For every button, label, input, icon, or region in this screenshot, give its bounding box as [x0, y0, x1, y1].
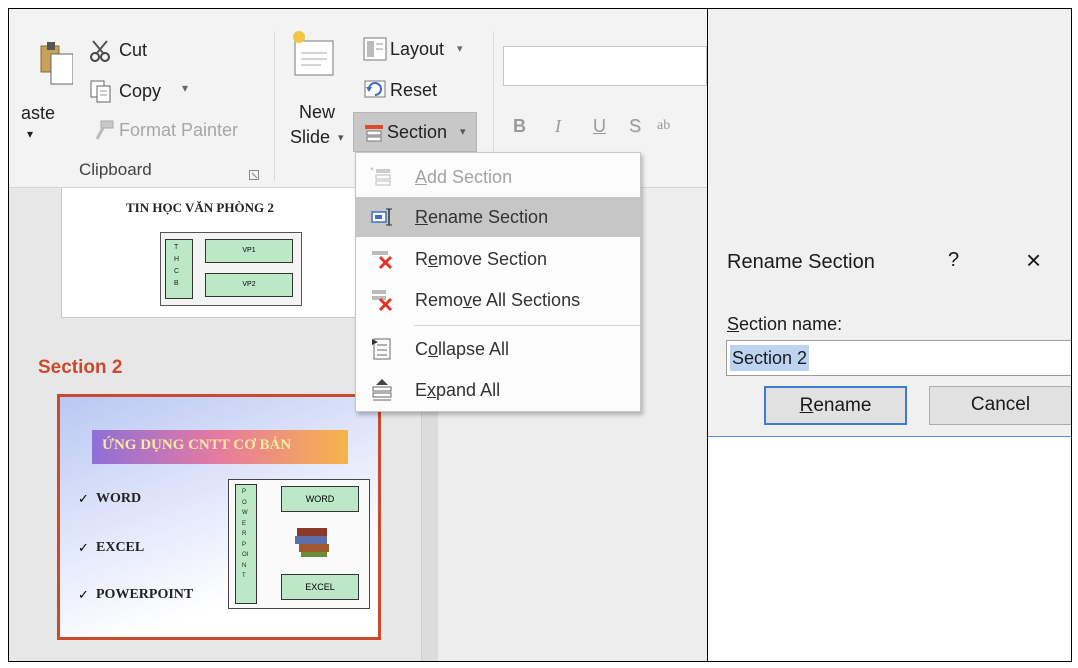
section-name-label: Section name: — [727, 314, 843, 334]
layout-button[interactable]: Layout — [390, 39, 444, 60]
new-slide-label-line2[interactable]: Slide — [290, 127, 330, 148]
section-name-input[interactable]: Section 2 — [726, 340, 1071, 376]
italic-button[interactable]: I — [555, 116, 561, 137]
slide1-side-box: THCB — [165, 239, 193, 299]
remove-section-icon — [370, 247, 394, 271]
menu-item-add-section[interactable]: * Add Section — [356, 157, 640, 197]
menu-item-label: Collapse All — [415, 339, 510, 359]
slide2-side-text: POWERPOINT — [242, 489, 249, 579]
rename-section-dialog: Rename Section ? × Section name: Section… — [708, 9, 1071, 437]
bullet-check-icon: ✓ — [78, 587, 89, 602]
menu-item-label: Remove Section — [415, 249, 548, 269]
add-section-icon: * — [370, 165, 394, 189]
scissors-icon — [89, 39, 113, 63]
slide2-box-word: WORD — [281, 486, 359, 512]
rename-section-icon — [370, 205, 394, 229]
font-name-input[interactable] — [503, 46, 707, 86]
dialog-launcher-icon[interactable] — [249, 167, 259, 180]
menu-item-label: Add Section — [415, 167, 513, 187]
copy-button[interactable]: Copy — [119, 81, 161, 102]
underline-button[interactable]: U — [593, 116, 606, 137]
slide2-box-excel-label: EXCEL — [305, 582, 335, 592]
slide1-box-vp1-label: VP1 — [242, 247, 256, 254]
strikethrough-button[interactable]: S — [629, 116, 641, 137]
slide1-box-vp2: VP2 — [205, 273, 293, 297]
paste-icon[interactable] — [37, 40, 74, 86]
menu-item-label: Remove All Sections — [415, 290, 581, 310]
books-icon — [293, 524, 333, 558]
dialog-bottom-border — [708, 436, 1071, 437]
slide2-bullet-word: WORD — [96, 491, 142, 506]
powerpoint-screenshot: aste ▾ Cut Copy ▾ Format Painter Clipboa… — [9, 9, 707, 661]
slide2-box-excel: EXCEL — [281, 574, 359, 600]
expand-all-icon — [370, 378, 394, 402]
slide2-diagram: POWERPOINT WORD EXCEL — [228, 479, 370, 609]
reset-icon — [363, 77, 387, 101]
section-name-value: Section 2 — [730, 345, 810, 371]
cancel-button[interactable]: Cancel — [929, 386, 1071, 425]
bold-button[interactable]: B — [513, 116, 526, 137]
slide1-side-text: THCB — [174, 244, 180, 287]
menu-item-expand-all[interactable]: Expand All — [356, 370, 640, 410]
character-spacing-button[interactable]: ab — [657, 118, 670, 134]
menu-item-label: Rename Section — [415, 207, 549, 227]
menu-item-remove-section[interactable]: Remove Section — [356, 239, 640, 279]
section-dropdown-menu: * Add Section Rename Section Remove Sect… — [355, 152, 641, 412]
bullet-check-icon: ✓ — [78, 491, 89, 506]
help-icon[interactable]: ? — [948, 249, 959, 272]
slide1-box-vp1: VP1 — [205, 239, 293, 263]
slide2-box-word-label: WORD — [305, 494, 335, 504]
clipboard-group-label: Clipboard — [79, 160, 152, 179]
layout-icon — [363, 37, 387, 61]
menu-item-rename-section[interactable]: Rename Section — [356, 197, 640, 237]
slide1-diagram: THCB VP1 VP2 — [160, 232, 302, 306]
slide2-side-box: POWERPOINT — [235, 484, 257, 604]
paste-label[interactable]: aste — [21, 103, 55, 124]
new-slide-icon[interactable] — [291, 31, 337, 81]
dialog-title: Rename Section — [727, 251, 875, 273]
close-icon[interactable]: × — [1026, 245, 1041, 276]
menu-separator — [414, 325, 640, 326]
remove-all-sections-icon — [370, 288, 394, 312]
format-painter-icon — [93, 119, 115, 141]
section-2-header[interactable]: Section 2 — [38, 357, 122, 379]
layout-dropdown-icon[interactable]: ▾ — [457, 42, 463, 55]
slide-thumbnail-2[interactable]: ỨNG DỤNG CNTT CƠ BẢN ✓ WORD ✓ EXCEL ✓ PO… — [57, 394, 381, 640]
slide2-bullet-excel: EXCEL — [96, 540, 145, 555]
copy-icon — [89, 79, 113, 103]
slide1-box-vp2-label: VP2 — [242, 281, 256, 288]
cut-button[interactable]: Cut — [119, 40, 147, 61]
rename-section-dialog-cell: Rename Section ? × Section name: Section… — [708, 9, 1071, 661]
rename-button[interactable]: Rename — [764, 386, 907, 425]
menu-item-collapse-all[interactable]: Collapse All — [356, 329, 640, 369]
paste-dropdown-icon[interactable]: ▾ — [27, 127, 33, 141]
new-slide-dropdown-icon[interactable]: ▾ — [338, 131, 344, 144]
menu-item-label: Expand All — [415, 380, 501, 400]
slide2-title: ỨNG DỤNG CNTT CƠ BẢN — [102, 437, 292, 453]
menu-item-remove-all-sections[interactable]: Remove All Sections — [356, 280, 640, 320]
slide-thumbnail-1[interactable]: TIN HỌC VĂN PHÒNG 2 THCB VP1 VP2 — [61, 188, 387, 318]
group-separator — [274, 31, 275, 181]
section-button[interactable]: Section ▾ — [353, 112, 477, 152]
svg-text:*: * — [370, 166, 374, 177]
new-slide-label-line1[interactable]: New — [299, 102, 335, 123]
section-dropdown-icon: ▾ — [460, 126, 466, 138]
slide1-title: TIN HỌC VĂN PHÒNG 2 — [126, 200, 274, 215]
reset-button[interactable]: Reset — [390, 80, 437, 101]
bullet-check-icon: ✓ — [78, 540, 89, 555]
slide2-bullet-powerpoint: POWERPOINT — [96, 587, 194, 602]
collapse-all-icon — [370, 337, 394, 361]
format-painter-button[interactable]: Format Painter — [119, 120, 238, 141]
section-label: Section — [387, 122, 448, 142]
section-icon — [363, 123, 385, 143]
copy-dropdown-icon[interactable]: ▾ — [182, 81, 188, 95]
